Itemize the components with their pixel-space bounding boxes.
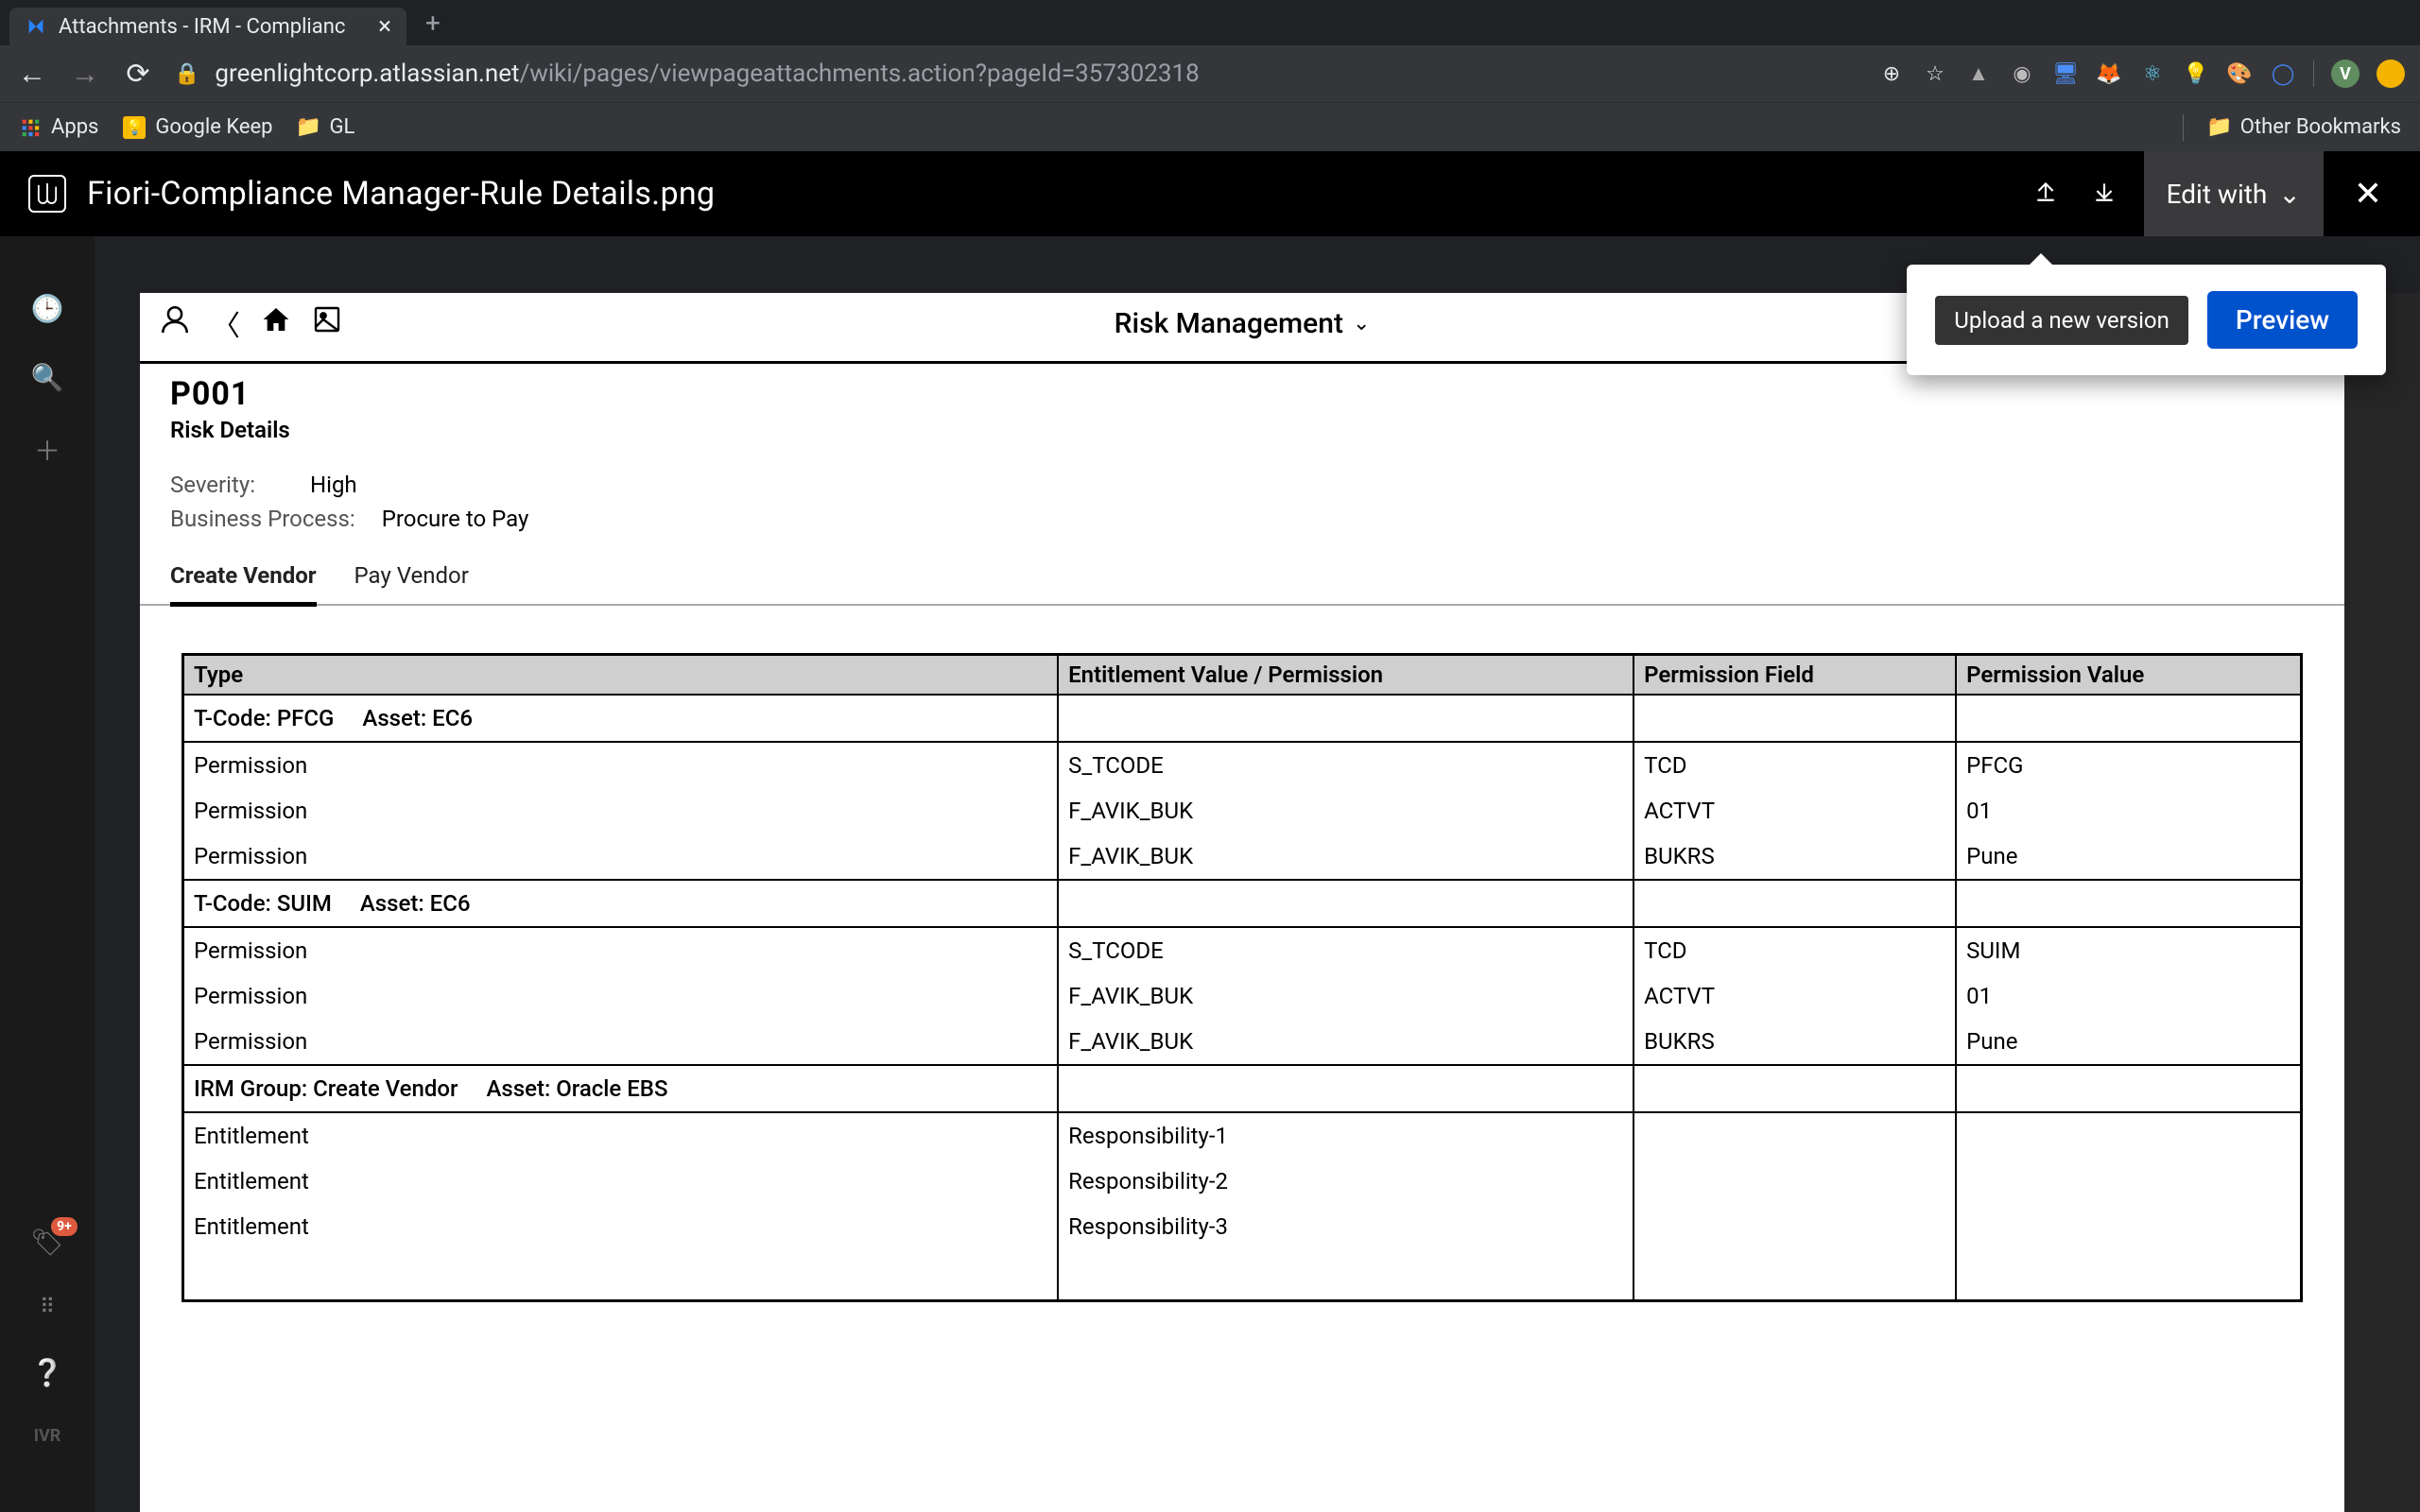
zoom-icon[interactable]: ⊕ — [1878, 60, 1905, 87]
table-row: PermissionF_AVIK_BUKACTVT01 — [183, 973, 2302, 1019]
profile-avatar[interactable]: V — [2331, 60, 2360, 88]
tab-bar: Attachments - IRM - Complianc × + — [0, 0, 2420, 45]
add-icon[interactable]: ＋ — [34, 431, 60, 469]
table-group-row: IRM Group: Create VendorAsset: Oracle EB… — [183, 1065, 2302, 1112]
upload-icon[interactable] — [2027, 179, 2065, 210]
doc-nav-title[interactable]: Risk Management ⌄ — [1115, 307, 1371, 340]
bp-label: Business Process: — [170, 506, 355, 532]
risk-subtitle: Risk Details — [170, 417, 2314, 443]
attachment-icon — [28, 175, 66, 213]
other-bookmarks[interactable]: 📁 Other Bookmarks — [2208, 115, 2401, 139]
bookmark-apps[interactable]: Apps — [19, 115, 98, 139]
user-icon[interactable] — [159, 303, 191, 344]
permissions-table: Type Entitlement Value / Permission Perm… — [182, 653, 2303, 1302]
chevron-down-icon: ⌄ — [2278, 179, 2300, 210]
bookmark-bar: Apps 💡 Google Keep 📁 GL 📁 Other Bookmark… — [0, 102, 2420, 151]
download-icon[interactable] — [2085, 179, 2123, 210]
history-icon[interactable]: 🕒 — [31, 293, 64, 324]
bookmark-label: GL — [330, 115, 355, 139]
address-bar-row: ← → ⟳ 🔒 greenlightcorp.atlassian.net/wik… — [0, 45, 2420, 102]
bookmark-label: Apps — [51, 115, 98, 139]
bookmark-keep[interactable]: 💡 Google Keep — [123, 115, 272, 139]
bookmark-gl[interactable]: 📁 GL — [298, 115, 355, 139]
metamask-icon[interactable]: 🦊 — [2096, 60, 2122, 87]
palette-icon[interactable]: 🎨 — [2226, 60, 2253, 87]
circle-icon[interactable]: ◯ — [2270, 60, 2296, 87]
react-icon[interactable]: ⚛ — [2139, 60, 2166, 87]
divider — [2313, 60, 2314, 87]
tab-create-vendor[interactable]: Create Vendor — [170, 557, 317, 607]
bookmark-label: Google Keep — [155, 115, 272, 139]
bp-value: Procure to Pay — [382, 506, 529, 532]
risk-id: P001 — [170, 375, 2314, 413]
bookmark-label: Other Bookmarks — [2240, 115, 2401, 139]
severity-label: Severity: — [170, 472, 284, 498]
attachment-viewer-header: Fiori-Compliance Manager-Rule Details.pn… — [0, 151, 2420, 236]
help-icon[interactable]: ❔ — [31, 1357, 64, 1388]
folder-icon: 📁 — [298, 116, 320, 139]
table-group-row: T-Code: PFCGAsset: EC6 — [183, 695, 2302, 742]
notification-badge: 9+ — [51, 1217, 78, 1236]
col-field: Permission Field — [1634, 655, 1956, 696]
table-row: PermissionF_AVIK_BUKACTVT01 — [183, 788, 2302, 833]
image-icon[interactable] — [312, 304, 342, 343]
table-row: PermissionF_AVIK_BUKBUKRSPune — [183, 833, 2302, 880]
upload-popup: Upload a new version Preview — [1907, 265, 2386, 375]
new-tab-icon[interactable]: + — [425, 8, 441, 39]
tab-pay-vendor[interactable]: Pay Vendor — [354, 557, 469, 604]
tab-favicon-icon — [25, 15, 47, 38]
tab-close-icon[interactable]: × — [378, 12, 391, 41]
grid-icon[interactable]: ⠿ — [40, 1296, 55, 1319]
monitor-icon[interactable]: 🖥 — [2052, 60, 2079, 87]
col-val: Permission Value — [1956, 655, 2301, 696]
edit-with-button[interactable]: Edit with ⌄ — [2144, 151, 2324, 236]
back-chevron-icon[interactable]: 〈 — [212, 302, 240, 344]
upload-tooltip: Upload a new version — [1935, 296, 2188, 345]
nav-title-label: Risk Management — [1115, 307, 1343, 340]
preview-button[interactable]: Preview — [2207, 291, 2358, 349]
apps-grid-icon — [19, 116, 42, 139]
left-rail: 🕒 🔍 ＋ 🏷 9+ ⠿ ❔ IVR — [0, 236, 95, 1512]
lock-icon: 🔒 — [174, 62, 199, 86]
doc-tabs: Create Vendor Pay Vendor — [140, 557, 2344, 606]
table-row: PermissionS_TCODETCDPFCG — [183, 742, 2302, 788]
table-row: PermissionS_TCODETCDSUIM — [183, 927, 2302, 973]
col-ent: Entitlement Value / Permission — [1058, 655, 1634, 696]
divider — [2183, 114, 2184, 141]
folder-icon: 📁 — [2208, 116, 2231, 139]
url-text: greenlightcorp.atlassian.net/wiki/pages/… — [215, 60, 1199, 88]
record-icon[interactable]: ◉ — [2009, 60, 2035, 87]
chevron-down-icon: ⌄ — [1353, 312, 1370, 335]
document-preview: 〈 Risk Management ⌄ P001 Risk Details Se… — [140, 293, 2420, 1512]
bulb-icon[interactable]: 💡 — [2183, 60, 2209, 87]
reload-icon[interactable]: ⟳ — [121, 58, 155, 91]
table-row: EntitlementResponsibility-3 — [183, 1204, 2302, 1249]
tab-title: Attachments - IRM - Complianc — [59, 15, 345, 39]
forward-icon[interactable]: → — [68, 58, 102, 91]
profile-icon[interactable] — [2377, 60, 2405, 88]
back-icon[interactable]: ← — [15, 58, 49, 91]
browser-tab[interactable]: Attachments - IRM - Complianc × — [9, 8, 406, 45]
star-icon[interactable]: ☆ — [1922, 60, 1948, 87]
rail-text: IVR — [34, 1426, 61, 1446]
file-name: Fiori-Compliance Manager-Rule Details.pn… — [87, 175, 2006, 213]
severity-value: High — [310, 472, 357, 498]
home-icon[interactable] — [261, 304, 291, 343]
search-icon[interactable]: 🔍 — [31, 362, 64, 393]
col-type: Type — [183, 655, 1059, 696]
table-row: EntitlementResponsibility-1 — [183, 1112, 2302, 1159]
edit-with-label: Edit with — [2167, 179, 2268, 210]
rail-tag[interactable]: 🏷 9+ — [30, 1227, 64, 1258]
table-row: PermissionF_AVIK_BUKBUKRSPune — [183, 1019, 2302, 1065]
close-viewer-icon[interactable]: ✕ — [2344, 174, 2392, 214]
meta-block: Severity: High Business Process: Procure… — [140, 447, 2344, 557]
table-row: EntitlementResponsibility-2 — [183, 1159, 2302, 1204]
drive-icon[interactable]: ▲ — [1965, 60, 1992, 87]
table-group-row: T-Code: SUIMAsset: EC6 — [183, 880, 2302, 927]
keep-icon: 💡 — [123, 116, 146, 139]
url-bar[interactable]: 🔒 greenlightcorp.atlassian.net/wiki/page… — [174, 60, 1859, 88]
